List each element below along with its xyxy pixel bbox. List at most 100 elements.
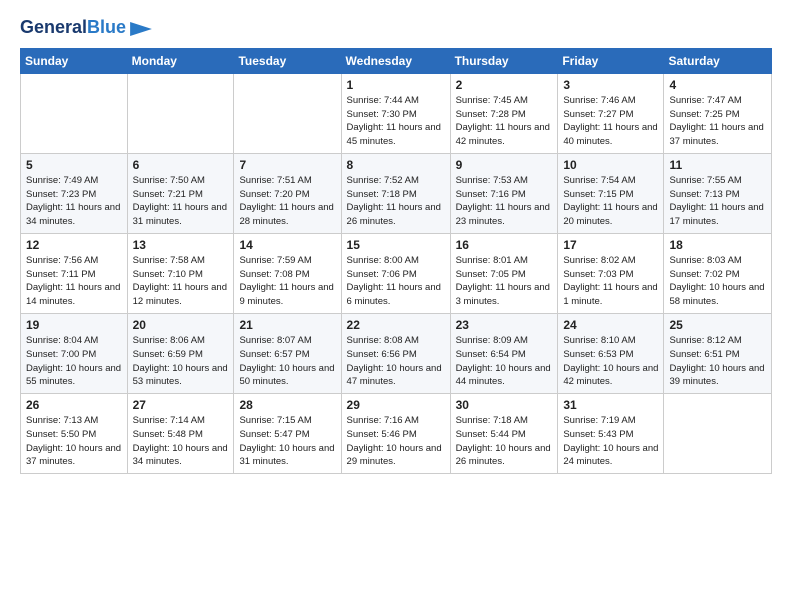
calendar-cell: 16 Sunrise: 8:01 AM Sunset: 7:05 PM Dayli… (450, 233, 558, 313)
day-number: 29 (347, 398, 445, 412)
weekday-header: Monday (127, 48, 234, 73)
day-number: 24 (563, 318, 658, 332)
calendar-cell: 23 Sunrise: 8:09 AM Sunset: 6:54 PM Dayli… (450, 313, 558, 393)
day-number: 30 (456, 398, 553, 412)
weekday-header: Thursday (450, 48, 558, 73)
calendar-cell: 3 Sunrise: 7:46 AM Sunset: 7:27 PM Daylig… (558, 73, 664, 153)
day-number: 16 (456, 238, 553, 252)
day-number: 2 (456, 78, 553, 92)
day-detail: Sunrise: 8:03 AM Sunset: 7:02 PM Dayligh… (669, 254, 766, 309)
logo-text: GeneralBlue (20, 18, 126, 38)
calendar-cell: 4Sunrise: 7:47 AM Sunset: 7:25 PM Daylig… (664, 73, 772, 153)
day-detail: Sunrise: 8:07 AM Sunset: 6:57 PM Dayligh… (239, 334, 335, 389)
calendar-cell: 6 Sunrise: 7:50 AM Sunset: 7:21 PM Daylig… (127, 153, 234, 233)
calendar-cell: 24Sunrise: 8:10 AM Sunset: 6:53 PM Dayli… (558, 313, 664, 393)
calendar-cell: 18 Sunrise: 8:03 AM Sunset: 7:02 PM Dayli… (664, 233, 772, 313)
calendar-cell: 21 Sunrise: 8:07 AM Sunset: 6:57 PM Dayli… (234, 313, 341, 393)
day-detail: Sunrise: 7:52 AM Sunset: 7:18 PM Dayligh… (347, 174, 445, 229)
page-header: GeneralBlue (20, 18, 772, 38)
day-detail: Sunrise: 7:15 AM Sunset: 5:47 PM Dayligh… (239, 414, 335, 469)
day-number: 23 (456, 318, 553, 332)
calendar-cell: 22Sunrise: 8:08 AM Sunset: 6:56 PM Dayli… (341, 313, 450, 393)
calendar-week-row: 26 Sunrise: 7:13 AM Sunset: 5:50 PM Dayli… (21, 394, 772, 474)
day-number: 25 (669, 318, 766, 332)
day-number: 8 (347, 158, 445, 172)
day-number: 6 (133, 158, 229, 172)
calendar-week-row: 12Sunrise: 7:56 AM Sunset: 7:11 PM Dayli… (21, 233, 772, 313)
day-detail: Sunrise: 7:46 AM Sunset: 7:27 PM Dayligh… (563, 94, 658, 149)
day-detail: Sunrise: 8:09 AM Sunset: 6:54 PM Dayligh… (456, 334, 553, 389)
day-detail: Sunrise: 8:04 AM Sunset: 7:00 PM Dayligh… (26, 334, 122, 389)
calendar-cell: 2 Sunrise: 7:45 AM Sunset: 7:28 PM Daylig… (450, 73, 558, 153)
calendar-cell: 15 Sunrise: 8:00 AM Sunset: 7:06 PM Dayli… (341, 233, 450, 313)
day-number: 13 (133, 238, 229, 252)
day-number: 3 (563, 78, 658, 92)
day-number: 5 (26, 158, 122, 172)
calendar-cell: 13 Sunrise: 7:58 AM Sunset: 7:10 PM Dayli… (127, 233, 234, 313)
day-detail: Sunrise: 7:44 AM Sunset: 7:30 PM Dayligh… (347, 94, 445, 149)
day-number: 4 (669, 78, 766, 92)
day-number: 18 (669, 238, 766, 252)
weekday-header: Tuesday (234, 48, 341, 73)
day-detail: Sunrise: 8:00 AM Sunset: 7:06 PM Dayligh… (347, 254, 445, 309)
calendar-cell (664, 394, 772, 474)
calendar-cell (127, 73, 234, 153)
day-detail: Sunrise: 7:50 AM Sunset: 7:21 PM Dayligh… (133, 174, 229, 229)
day-number: 19 (26, 318, 122, 332)
calendar-cell: 12Sunrise: 7:56 AM Sunset: 7:11 PM Dayli… (21, 233, 128, 313)
calendar-cell: 14 Sunrise: 7:59 AM Sunset: 7:08 PM Dayli… (234, 233, 341, 313)
calendar-cell: 31 Sunrise: 7:19 AM Sunset: 5:43 PM Dayli… (558, 394, 664, 474)
day-number: 21 (239, 318, 335, 332)
day-detail: Sunrise: 7:53 AM Sunset: 7:16 PM Dayligh… (456, 174, 553, 229)
calendar-cell: 10 Sunrise: 7:54 AM Sunset: 7:15 PM Dayli… (558, 153, 664, 233)
day-detail: Sunrise: 8:01 AM Sunset: 7:05 PM Dayligh… (456, 254, 553, 309)
day-detail: Sunrise: 8:12 AM Sunset: 6:51 PM Dayligh… (669, 334, 766, 389)
day-detail: Sunrise: 7:19 AM Sunset: 5:43 PM Dayligh… (563, 414, 658, 469)
day-number: 10 (563, 158, 658, 172)
day-number: 14 (239, 238, 335, 252)
weekday-header: Sunday (21, 48, 128, 73)
day-number: 11 (669, 158, 766, 172)
calendar-week-row: 1 Sunrise: 7:44 AM Sunset: 7:30 PM Daylig… (21, 73, 772, 153)
day-number: 28 (239, 398, 335, 412)
weekday-header: Wednesday (341, 48, 450, 73)
day-number: 17 (563, 238, 658, 252)
logo-icon (130, 22, 152, 36)
day-number: 26 (26, 398, 122, 412)
calendar-cell: 17Sunrise: 8:02 AM Sunset: 7:03 PM Dayli… (558, 233, 664, 313)
day-number: 20 (133, 318, 229, 332)
calendar-cell: 26 Sunrise: 7:13 AM Sunset: 5:50 PM Dayli… (21, 394, 128, 474)
day-detail: Sunrise: 7:14 AM Sunset: 5:48 PM Dayligh… (133, 414, 229, 469)
calendar-cell: 28 Sunrise: 7:15 AM Sunset: 5:47 PM Dayli… (234, 394, 341, 474)
day-detail: Sunrise: 7:54 AM Sunset: 7:15 PM Dayligh… (563, 174, 658, 229)
calendar-cell (234, 73, 341, 153)
day-number: 7 (239, 158, 335, 172)
day-detail: Sunrise: 7:58 AM Sunset: 7:10 PM Dayligh… (133, 254, 229, 309)
calendar-week-row: 5Sunrise: 7:49 AM Sunset: 7:23 PM Daylig… (21, 153, 772, 233)
calendar-cell: 19 Sunrise: 8:04 AM Sunset: 7:00 PM Dayli… (21, 313, 128, 393)
day-detail: Sunrise: 7:18 AM Sunset: 5:44 PM Dayligh… (456, 414, 553, 469)
day-detail: Sunrise: 7:45 AM Sunset: 7:28 PM Dayligh… (456, 94, 553, 149)
weekday-header: Saturday (664, 48, 772, 73)
calendar-cell: 20 Sunrise: 8:06 AM Sunset: 6:59 PM Dayli… (127, 313, 234, 393)
logo: GeneralBlue (20, 18, 152, 38)
day-detail: Sunrise: 8:06 AM Sunset: 6:59 PM Dayligh… (133, 334, 229, 389)
calendar-cell: 1 Sunrise: 7:44 AM Sunset: 7:30 PM Daylig… (341, 73, 450, 153)
day-number: 22 (347, 318, 445, 332)
day-number: 9 (456, 158, 553, 172)
day-number: 15 (347, 238, 445, 252)
day-detail: Sunrise: 7:13 AM Sunset: 5:50 PM Dayligh… (26, 414, 122, 469)
day-detail: Sunrise: 7:51 AM Sunset: 7:20 PM Dayligh… (239, 174, 335, 229)
calendar-cell (21, 73, 128, 153)
day-number: 27 (133, 398, 229, 412)
calendar-cell: 7 Sunrise: 7:51 AM Sunset: 7:20 PM Daylig… (234, 153, 341, 233)
day-number: 1 (347, 78, 445, 92)
day-detail: Sunrise: 7:55 AM Sunset: 7:13 PM Dayligh… (669, 174, 766, 229)
day-detail: Sunrise: 7:59 AM Sunset: 7:08 PM Dayligh… (239, 254, 335, 309)
calendar-table: SundayMondayTuesdayWednesdayThursdayFrid… (20, 48, 772, 474)
day-number: 12 (26, 238, 122, 252)
calendar-cell: 30 Sunrise: 7:18 AM Sunset: 5:44 PM Dayli… (450, 394, 558, 474)
day-number: 31 (563, 398, 658, 412)
calendar-cell: 9 Sunrise: 7:53 AM Sunset: 7:16 PM Daylig… (450, 153, 558, 233)
day-detail: Sunrise: 7:16 AM Sunset: 5:46 PM Dayligh… (347, 414, 445, 469)
